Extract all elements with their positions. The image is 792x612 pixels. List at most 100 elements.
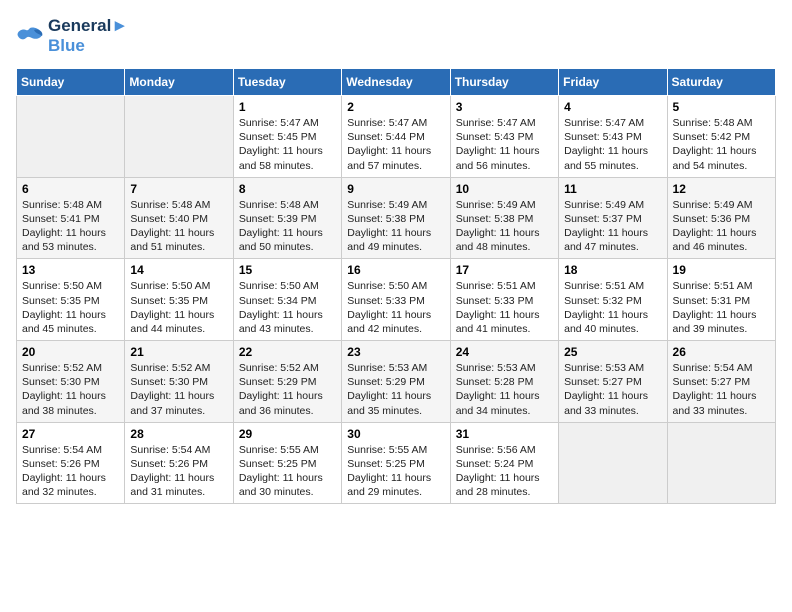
- calendar-cell: 31Sunrise: 5:56 AMSunset: 5:24 PMDayligh…: [450, 422, 558, 504]
- day-number: 24: [456, 345, 553, 359]
- calendar-cell: 26Sunrise: 5:54 AMSunset: 5:27 PMDayligh…: [667, 341, 775, 423]
- calendar-cell: 23 Sunrise: 5:53 AMSunset: 5:29 PMDayligh…: [342, 341, 450, 423]
- calendar-cell: 27 Sunrise: 5:54 AMSunset: 5:26 PMDayligh…: [17, 422, 125, 504]
- day-number: 6: [22, 182, 119, 196]
- day-info: Sunrise: 5:55 AMSunset: 5:25 PMDaylight:…: [239, 443, 336, 500]
- day-number: 29: [239, 427, 336, 441]
- day-number: 4: [564, 100, 661, 114]
- day-number: 16: [347, 263, 444, 277]
- day-info: Sunrise: 5:49 AMSunset: 5:36 PMDaylight:…: [673, 198, 770, 255]
- day-info: Sunrise: 5:53 AMSunset: 5:27 PMDaylight:…: [564, 361, 661, 418]
- day-info: Sunrise: 5:52 AMSunset: 5:30 PMDaylight:…: [130, 361, 227, 418]
- calendar-cell: 18Sunrise: 5:51 AMSunset: 5:32 PMDayligh…: [559, 259, 667, 341]
- day-info: Sunrise: 5:50 AMSunset: 5:35 PMDaylight:…: [130, 279, 227, 336]
- day-number: 13: [22, 263, 119, 277]
- calendar-cell: 6 Sunrise: 5:48 AMSunset: 5:41 PMDaylight…: [17, 177, 125, 259]
- calendar-header-saturday: Saturday: [667, 69, 775, 96]
- calendar-cell: 16 Sunrise: 5:50 AMSunset: 5:33 PMDayligh…: [342, 259, 450, 341]
- day-number: 2: [347, 100, 444, 114]
- day-info: Sunrise: 5:48 AMSunset: 5:39 PMDaylight:…: [239, 198, 336, 255]
- day-number: 10: [456, 182, 553, 196]
- calendar-cell: 1 Sunrise: 5:47 AMSunset: 5:45 PMDaylight…: [233, 96, 341, 178]
- day-info: Sunrise: 5:50 AMSunset: 5:33 PMDaylight:…: [347, 279, 444, 336]
- day-number: 25: [564, 345, 661, 359]
- day-info: Sunrise: 5:54 AMSunset: 5:26 PMDaylight:…: [22, 443, 119, 500]
- calendar-cell: 28 Sunrise: 5:54 AMSunset: 5:26 PMDayligh…: [125, 422, 233, 504]
- calendar-cell: 2 Sunrise: 5:47 AMSunset: 5:44 PMDaylight…: [342, 96, 450, 178]
- day-number: 21: [130, 345, 227, 359]
- day-number: 17: [456, 263, 553, 277]
- calendar-cell: 20 Sunrise: 5:52 AMSunset: 5:30 PMDayligh…: [17, 341, 125, 423]
- day-number: 8: [239, 182, 336, 196]
- calendar-cell: 24 Sunrise: 5:53 AMSunset: 5:28 PMDayligh…: [450, 341, 558, 423]
- calendar-week-row: 20 Sunrise: 5:52 AMSunset: 5:30 PMDayligh…: [17, 341, 776, 423]
- calendar-cell: 5Sunrise: 5:48 AMSunset: 5:42 PMDaylight…: [667, 96, 775, 178]
- calendar-header-row: SundayMondayTuesdayWednesdayThursdayFrid…: [17, 69, 776, 96]
- logo-text: General► Blue: [48, 16, 128, 56]
- calendar-cell: 19 Sunrise: 5:51 AMSunset: 5:31 PMDayligh…: [667, 259, 775, 341]
- day-number: 9: [347, 182, 444, 196]
- calendar-cell: 22 Sunrise: 5:52 AMSunset: 5:29 PMDayligh…: [233, 341, 341, 423]
- calendar-cell: 13 Sunrise: 5:50 AMSunset: 5:35 PMDayligh…: [17, 259, 125, 341]
- calendar-header-friday: Friday: [559, 69, 667, 96]
- day-info: Sunrise: 5:51 AMSunset: 5:31 PMDaylight:…: [673, 279, 770, 336]
- day-info: Sunrise: 5:48 AMSunset: 5:40 PMDaylight:…: [130, 198, 227, 255]
- day-info: Sunrise: 5:48 AMSunset: 5:41 PMDaylight:…: [22, 198, 119, 255]
- calendar-header-wednesday: Wednesday: [342, 69, 450, 96]
- calendar-cell: 9 Sunrise: 5:49 AMSunset: 5:38 PMDaylight…: [342, 177, 450, 259]
- calendar-cell: [667, 422, 775, 504]
- day-number: 15: [239, 263, 336, 277]
- day-info: Sunrise: 5:54 AMSunset: 5:26 PMDaylight:…: [130, 443, 227, 500]
- calendar-header-monday: Monday: [125, 69, 233, 96]
- logo: General► Blue: [16, 16, 128, 56]
- calendar-cell: 12 Sunrise: 5:49 AMSunset: 5:36 PMDayligh…: [667, 177, 775, 259]
- calendar-week-row: 27 Sunrise: 5:54 AMSunset: 5:26 PMDayligh…: [17, 422, 776, 504]
- calendar-cell: 21 Sunrise: 5:52 AMSunset: 5:30 PMDayligh…: [125, 341, 233, 423]
- calendar-cell: 14 Sunrise: 5:50 AMSunset: 5:35 PMDayligh…: [125, 259, 233, 341]
- calendar-week-row: 1 Sunrise: 5:47 AMSunset: 5:45 PMDaylight…: [17, 96, 776, 178]
- calendar-cell: 10Sunrise: 5:49 AMSunset: 5:38 PMDayligh…: [450, 177, 558, 259]
- day-number: 12: [673, 182, 770, 196]
- page-header: General► Blue: [16, 16, 776, 56]
- logo-bird-icon: [16, 24, 44, 48]
- calendar-week-row: 6 Sunrise: 5:48 AMSunset: 5:41 PMDaylight…: [17, 177, 776, 259]
- day-number: 28: [130, 427, 227, 441]
- day-number: 27: [22, 427, 119, 441]
- day-number: 1: [239, 100, 336, 114]
- day-info: Sunrise: 5:49 AMSunset: 5:38 PMDaylight:…: [347, 198, 444, 255]
- calendar-cell: 15 Sunrise: 5:50 AMSunset: 5:34 PMDayligh…: [233, 259, 341, 341]
- day-number: 30: [347, 427, 444, 441]
- day-info: Sunrise: 5:55 AMSunset: 5:25 PMDaylight:…: [347, 443, 444, 500]
- day-info: Sunrise: 5:47 AMSunset: 5:43 PMDaylight:…: [456, 116, 553, 173]
- day-info: Sunrise: 5:53 AMSunset: 5:28 PMDaylight:…: [456, 361, 553, 418]
- day-info: Sunrise: 5:47 AMSunset: 5:44 PMDaylight:…: [347, 116, 444, 173]
- day-info: Sunrise: 5:48 AMSunset: 5:42 PMDaylight:…: [673, 116, 770, 173]
- day-info: Sunrise: 5:50 AMSunset: 5:34 PMDaylight:…: [239, 279, 336, 336]
- calendar-header-sunday: Sunday: [17, 69, 125, 96]
- calendar-header-tuesday: Tuesday: [233, 69, 341, 96]
- calendar-table: SundayMondayTuesdayWednesdayThursdayFrid…: [16, 68, 776, 504]
- calendar-cell: 8 Sunrise: 5:48 AMSunset: 5:39 PMDaylight…: [233, 177, 341, 259]
- day-number: 18: [564, 263, 661, 277]
- day-info: Sunrise: 5:53 AMSunset: 5:29 PMDaylight:…: [347, 361, 444, 418]
- day-info: Sunrise: 5:50 AMSunset: 5:35 PMDaylight:…: [22, 279, 119, 336]
- day-number: 20: [22, 345, 119, 359]
- calendar-cell: 25 Sunrise: 5:53 AMSunset: 5:27 PMDayligh…: [559, 341, 667, 423]
- calendar-cell: 30 Sunrise: 5:55 AMSunset: 5:25 PMDayligh…: [342, 422, 450, 504]
- calendar-week-row: 13 Sunrise: 5:50 AMSunset: 5:35 PMDayligh…: [17, 259, 776, 341]
- calendar-cell: [125, 96, 233, 178]
- day-info: Sunrise: 5:52 AMSunset: 5:29 PMDaylight:…: [239, 361, 336, 418]
- day-info: Sunrise: 5:51 AMSunset: 5:33 PMDaylight:…: [456, 279, 553, 336]
- day-info: Sunrise: 5:52 AMSunset: 5:30 PMDaylight:…: [22, 361, 119, 418]
- calendar-cell: 3Sunrise: 5:47 AMSunset: 5:43 PMDaylight…: [450, 96, 558, 178]
- day-number: 22: [239, 345, 336, 359]
- day-number: 19: [673, 263, 770, 277]
- day-info: Sunrise: 5:56 AMSunset: 5:24 PMDaylight:…: [456, 443, 553, 500]
- day-info: Sunrise: 5:47 AMSunset: 5:45 PMDaylight:…: [239, 116, 336, 173]
- day-number: 7: [130, 182, 227, 196]
- calendar-cell: 29 Sunrise: 5:55 AMSunset: 5:25 PMDayligh…: [233, 422, 341, 504]
- calendar-cell: [17, 96, 125, 178]
- day-number: 14: [130, 263, 227, 277]
- day-number: 23: [347, 345, 444, 359]
- day-info: Sunrise: 5:49 AMSunset: 5:37 PMDaylight:…: [564, 198, 661, 255]
